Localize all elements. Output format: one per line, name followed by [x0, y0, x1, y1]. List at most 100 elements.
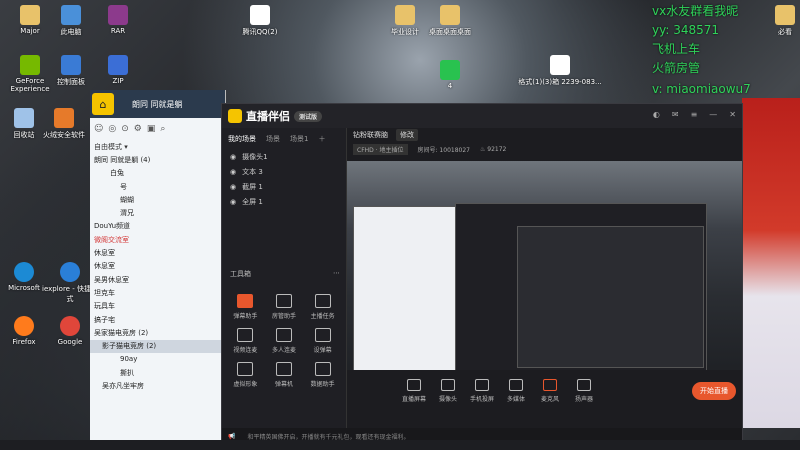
list-item[interactable]: 撕扒 — [90, 367, 225, 380]
more-icon[interactable]: ⋯ — [333, 269, 340, 279]
list-item[interactable]: DouYu频道 — [90, 220, 225, 233]
edit-button[interactable]: 修改 — [396, 129, 418, 141]
list-item-selected[interactable]: 影子猫电竞房 (2) — [90, 340, 225, 354]
geforce-icon — [20, 55, 40, 75]
add-scene-icon[interactable]: ＋ — [318, 134, 325, 144]
settings-icon[interactable]: ⚙ — [134, 124, 142, 134]
eye-icon[interactable]: ◉ — [230, 195, 236, 210]
tab-scene[interactable]: 场景 — [266, 134, 280, 144]
start-live-button[interactable]: 开始直播 — [692, 382, 736, 400]
version-badge: 测试版 — [294, 110, 323, 122]
mode-select[interactable]: 自由模式 ▾ — [90, 140, 225, 154]
folder-icon — [395, 5, 415, 25]
microphone-icon — [543, 379, 557, 391]
source-item[interactable]: ◉ 摄像头1 — [222, 150, 346, 165]
desktop-icon-must-see[interactable]: 必看 — [755, 5, 800, 37]
menu-icon[interactable]: ≡ — [691, 110, 698, 119]
source-item[interactable]: ◉ 全屏 1 — [222, 195, 346, 210]
tool-data[interactable]: 数据助手 — [303, 362, 342, 388]
tool-set-danmaku[interactable]: 设弹幕 — [303, 328, 342, 354]
tool-danmaku-machine[interactable]: 弹幕机 — [265, 362, 304, 388]
phone-icon — [475, 379, 489, 391]
list-item[interactable]: 90ay — [90, 353, 225, 366]
eye-icon[interactable]: ◉ — [230, 180, 236, 195]
recycle-bin-icon — [14, 108, 34, 128]
screen-button[interactable]: 直播屏幕 — [397, 379, 431, 403]
tab-my-scene[interactable]: 我的场景 — [228, 134, 256, 144]
overlay-line-5: v: miaomiaowu7 — [652, 82, 751, 96]
notice-icon[interactable]: ▣ — [147, 124, 156, 134]
multi-link-icon — [275, 328, 292, 342]
data-icon — [314, 362, 331, 376]
tool-video-link[interactable]: 视频连麦 — [226, 328, 265, 354]
desktop-icon-format-doc[interactable]: 格式(1)(3)箱 2239-083... — [515, 55, 605, 87]
chat-title: 朗同 同就是躺 — [132, 99, 183, 109]
firefox-icon — [14, 316, 34, 336]
list-item[interactable]: 休息室 — [90, 247, 225, 260]
camera-button[interactable]: 摄像头 — [431, 379, 465, 403]
location-icon[interactable]: ⊙ — [121, 124, 129, 134]
list-item[interactable]: 坦克车 — [90, 287, 225, 300]
contacts-icon[interactable]: ☺ — [94, 124, 103, 134]
list-item[interactable]: 蝴蝴 — [90, 194, 225, 207]
desktop-icon-zip[interactable]: ZIP — [88, 55, 148, 85]
control-panel-icon — [61, 55, 81, 75]
desktop-icon-rar[interactable]: RAR — [88, 5, 148, 35]
minimize-icon[interactable]: — — [709, 110, 717, 119]
tool-avatar[interactable]: 虚拟形象 — [226, 362, 265, 388]
video-link-icon — [237, 328, 254, 342]
list-item[interactable]: 白兔 — [90, 167, 225, 180]
preview-nested-app-2 — [517, 226, 704, 368]
zip-icon — [108, 55, 128, 75]
tool-multi-link[interactable]: 多人连麦 — [265, 328, 304, 354]
skin-icon[interactable]: ◐ — [653, 110, 660, 119]
desktop-icon-4[interactable]: 4 — [420, 60, 480, 90]
taskbar — [0, 440, 800, 450]
list-item[interactable]: 吴亦凡坐牢房 — [90, 380, 225, 393]
stream-preview[interactable] — [347, 161, 742, 387]
search-icon[interactable]: ⌕ — [160, 124, 165, 134]
chrome-icon — [60, 316, 80, 336]
list-item[interactable]: 朗同 同就是躺 (4) — [90, 154, 225, 167]
close-icon[interactable]: ✕ — [729, 110, 736, 119]
tool-task[interactable]: 主播任务 — [303, 294, 342, 320]
mail-icon[interactable]: ✉ — [672, 110, 679, 119]
admin-icon — [275, 294, 292, 308]
announcement-icon: 📢 — [228, 432, 236, 440]
media-button[interactable]: 多媒体 — [499, 379, 533, 403]
list-item[interactable]: 吴家猫电竞房 (2) — [90, 327, 225, 340]
tab-scene-1[interactable]: 场景1 — [290, 134, 308, 144]
desktop-icon-qq-doc[interactable]: 腾讯QQ(2) — [230, 5, 290, 37]
list-item[interactable]: 吴男休息室 — [90, 274, 225, 287]
danmaku-machine-icon — [275, 362, 292, 376]
tool-danmaku[interactable]: 弹幕助手 — [226, 294, 265, 320]
desktop-icon-huorong[interactable]: 火绒安全软件 — [34, 108, 94, 140]
room-bar: 钻粉联赛脑 修改 — [347, 128, 742, 142]
doc-icon — [550, 55, 570, 75]
task-icon — [314, 294, 331, 308]
list-item[interactable]: 号 — [90, 181, 225, 194]
source-item[interactable]: ◉ 截屏 1 — [222, 180, 346, 195]
list-item[interactable]: 微阁交流室 — [90, 234, 225, 247]
camera-icon — [441, 379, 455, 391]
screen-icon — [407, 379, 421, 391]
list-item[interactable]: 搞子宅 — [90, 314, 225, 327]
eye-icon[interactable]: ◉ — [230, 150, 236, 165]
home-icon[interactable]: ⌂ — [92, 93, 114, 115]
microphone-button[interactable]: 麦克风 — [533, 379, 567, 403]
speaker-button[interactable]: 扬声器 — [567, 379, 601, 403]
folder-icon — [440, 5, 460, 25]
eye-icon[interactable]: ◉ — [230, 165, 236, 180]
overlay-line-4: 火箭房管 — [652, 61, 701, 75]
source-item[interactable]: ◉ 文本 3 — [222, 165, 346, 180]
edge-icon — [14, 262, 34, 282]
group-icon[interactable]: ◎ — [108, 124, 116, 134]
phone-cast-button[interactable]: 手机投屏 — [465, 379, 499, 403]
doc-icon — [250, 5, 270, 25]
tool-admin[interactable]: 房管助手 — [265, 294, 304, 320]
desktop-icon-desktop-folder[interactable]: 桌面桌面桌面 — [420, 5, 480, 37]
list-item[interactable]: 休息室 — [90, 260, 225, 273]
list-item[interactable]: 玩具车 — [90, 300, 225, 313]
list-item[interactable]: 渭兄 — [90, 207, 225, 220]
quality-select[interactable]: CFHD · 地主插位 — [353, 143, 408, 155]
